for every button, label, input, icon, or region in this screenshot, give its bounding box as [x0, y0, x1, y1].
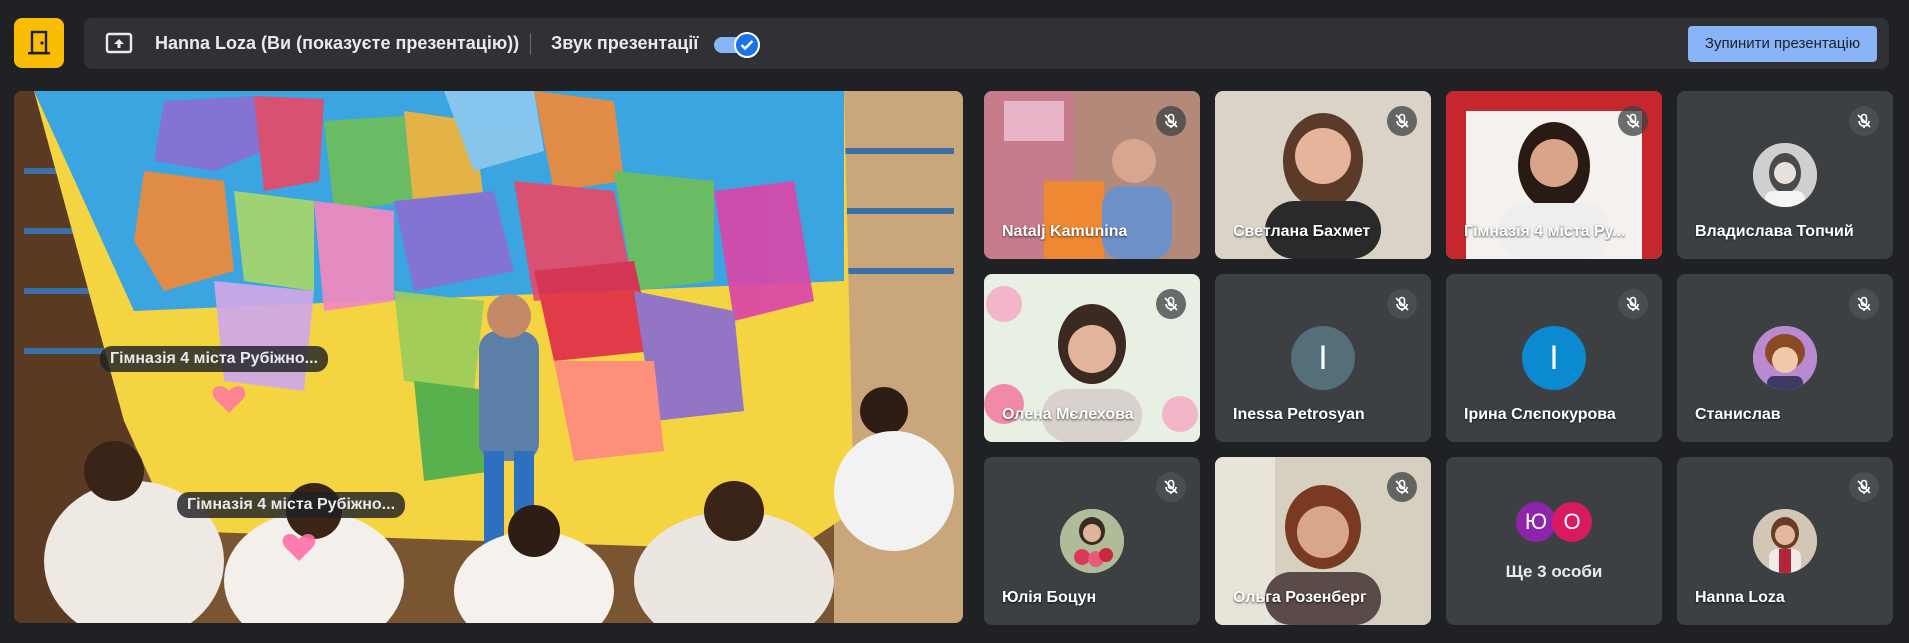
participant-tile[interactable]: Олена Мєлехова — [984, 274, 1200, 442]
mic-off-icon — [1387, 472, 1417, 502]
presenter-label: Hanna Loza (Ви (показуєте презентацію)) — [155, 33, 520, 53]
present-screen-icon — [104, 29, 134, 59]
participant-name: Hanna Loza — [1695, 589, 1785, 606]
mic-off-icon — [1849, 289, 1879, 319]
mic-off-icon — [1849, 106, 1879, 136]
avatar: І — [1522, 326, 1586, 390]
participant-tile[interactable]: Ольга Розенберг — [1215, 457, 1431, 625]
mic-off-icon — [1387, 106, 1417, 136]
avatar — [1753, 509, 1817, 573]
presentation-sound-toggle[interactable] — [714, 31, 762, 58]
mic-off-icon — [1618, 289, 1648, 319]
avatar: Ю — [1516, 502, 1556, 542]
participant-tile[interactable]: Гімназія 4 міста Ру... — [1446, 91, 1662, 259]
participant-tile[interactable]: I Inessa Petrosyan — [1215, 274, 1431, 442]
presentation-view: Гімназія 4 міста Рубіжно... Гімназія 4 м… — [14, 91, 963, 623]
mic-off-icon — [1618, 106, 1648, 136]
participant-name-chip: Гімназія 4 міста Рубіжно... — [100, 346, 329, 372]
participant-name: Светлана Бахмет — [1233, 223, 1371, 240]
participant-tile[interactable]: Юлія Боцун — [984, 457, 1200, 625]
door-exit-icon[interactable] — [14, 18, 64, 68]
participant-name: Олена Мєлехова — [1002, 406, 1134, 423]
participant-name: Гімназія 4 міста Ру... — [1464, 223, 1626, 240]
avatar — [1753, 143, 1817, 207]
participant-name-chip: Гімназія 4 міста Рубіжно... — [177, 492, 406, 518]
avatar — [1753, 326, 1817, 390]
participant-name: Юлія Боцун — [1002, 589, 1097, 606]
mic-off-icon — [1156, 472, 1186, 502]
avatar: I — [1291, 326, 1355, 390]
participant-tile[interactable]: Hanna Loza — [1677, 457, 1893, 625]
avatar — [1060, 509, 1124, 573]
avatar: О — [1552, 502, 1592, 542]
mic-off-icon — [1387, 289, 1417, 319]
participant-tile[interactable]: Светлана Бахмет — [1215, 91, 1431, 259]
participant-tile[interactable]: Владислава Топчий — [1677, 91, 1893, 259]
more-participants-tile[interactable]: Ю О Ще 3 особи — [1446, 457, 1662, 625]
divider — [530, 33, 531, 55]
participant-name: Владислава Топчий — [1695, 223, 1854, 240]
presentation-sound-label: Звук презентації — [551, 33, 699, 53]
check-icon — [734, 32, 760, 58]
presentation-bar: Hanna Loza (Ви (показуєте презентацію)) … — [84, 18, 1889, 69]
participant-name: Ірина Слєпокурова — [1464, 406, 1616, 423]
mic-off-icon — [1849, 472, 1879, 502]
participant-tile[interactable]: І Ірина Слєпокурова — [1446, 274, 1662, 442]
participant-name: Inessa Petrosyan — [1233, 406, 1365, 423]
stop-presentation-button[interactable]: Зупинити презентацію — [1688, 26, 1877, 62]
more-participants-label: Ще 3 особи — [1505, 562, 1603, 581]
mic-off-icon — [1156, 289, 1186, 319]
participant-tile[interactable]: Станислав — [1677, 274, 1893, 442]
participant-name: Natalj Kamunina — [1002, 223, 1128, 240]
participant-tile[interactable]: Natalj Kamunina — [984, 91, 1200, 259]
participant-name: Станислав — [1695, 406, 1781, 423]
mic-off-icon — [1156, 106, 1186, 136]
meet-window: Hanna Loza (Ви (показуєте презентацію)) … — [0, 0, 1909, 643]
participant-name: Ольга Розенберг — [1233, 589, 1367, 606]
